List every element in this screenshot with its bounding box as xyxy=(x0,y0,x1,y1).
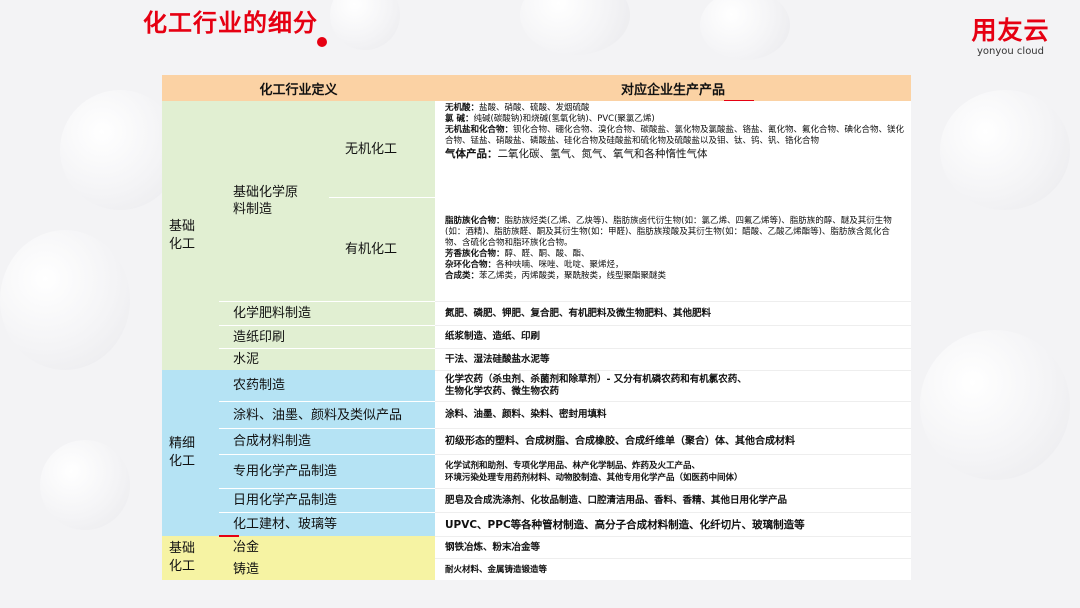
background-bubble xyxy=(330,0,400,50)
logo-subtitle: yonyou cloud xyxy=(976,46,1044,57)
product-line: 合成类：苯乙烯类，丙烯酸类，聚酰胺类，线型聚酯聚醚类 xyxy=(445,271,667,281)
row-label-pesticide: 农药制造 xyxy=(219,370,435,401)
row-label-metallurgy: 冶金 xyxy=(219,536,435,558)
organic-products: 脂肪族化合物：脂肪族烃类(乙烯、乙炔等)、脂肪族卤代衍生物(如：氯乙烯、四氟乙烯… xyxy=(435,197,911,301)
row-label-synthetic: 合成材料制造 xyxy=(219,428,435,454)
background-bubble xyxy=(40,440,130,530)
row-products-fertilizer: 氮肥、磷肥、钾肥、复合肥、有机肥料及微生物肥料、其他肥料 xyxy=(435,301,911,325)
industry-table: 化工行业定义 对应企业生产产品 基础 化工 基础化学原 料制造 无机化工 有机化… xyxy=(162,75,911,580)
background-bubble xyxy=(700,0,790,60)
category-basic-2: 基础 化工 xyxy=(162,536,219,580)
category-basic-2-label: 基础 化工 xyxy=(169,541,196,574)
product-line: 芳香族化合物：醇、醛、酮、酸、酯、 xyxy=(445,249,590,259)
row-products-casting: 耐火材料、金属铸造锻造等 xyxy=(435,558,911,580)
header-definition: 化工行业定义 xyxy=(162,75,435,101)
row-label-building: 化工建材、玻璃等 xyxy=(219,512,435,536)
organic-cell: 有机化工 xyxy=(329,197,435,301)
raw-material-label: 基础化学原 料制造 xyxy=(233,185,299,217)
page-title: 化工行业的细分 xyxy=(143,9,318,37)
product-line: 氯 碱：纯碱(碳酸钠)和烧碱(氢氧化钠)、PVC(聚氯乙烯) xyxy=(445,114,655,124)
fine-section-accent xyxy=(219,535,239,537)
row-label-coatings: 涂料、油墨、颜料及类似产品 xyxy=(219,401,435,428)
background-bubble xyxy=(920,330,1070,480)
row-label-cement: 水泥 xyxy=(219,348,435,370)
title-accent-dot xyxy=(317,37,327,47)
product-line: 无机酸：盐酸、硝酸、硫酸、发烟硫酸 xyxy=(445,103,590,113)
background-bubble xyxy=(0,230,130,370)
category-fine-label: 精细 化工 xyxy=(169,436,196,469)
background-bubble xyxy=(940,90,1070,210)
row-label-casting: 铸造 xyxy=(219,558,435,580)
inorganic-label: 无机化工 xyxy=(345,141,398,157)
category-fine: 精细 化工 xyxy=(162,370,219,536)
row-products-pesticide: 化学农药（杀虫剂、杀菌剂和除草剂）- 又分有机磷农药和有机氯农药、 生物化学农药… xyxy=(435,370,911,401)
logo-text: 用友云 xyxy=(971,16,1050,45)
product-line: 气体产品：二氧化碳、氢气、氮气、氧气和各种惰性气体 xyxy=(445,148,708,160)
header-products: 对应企业生产产品 xyxy=(435,75,911,101)
category-basic-label: 基础 化工 xyxy=(169,218,196,252)
category-basic: 基础 化工 xyxy=(162,101,219,370)
logo: 用友云 yonyou cloud xyxy=(958,16,1063,58)
inorganic-products: 无机酸：盐酸、硝酸、硫酸、发烟硫酸 氯 碱：纯碱(碳酸钠)和烧碱(氢氧化钠)、P… xyxy=(435,101,911,197)
row-products-cement: 干法、湿法硅酸盐水泥等 xyxy=(435,348,911,370)
organic-label: 有机化工 xyxy=(345,242,398,257)
row-products-coatings: 涂料、油墨、颜料、染料、密封用填料 xyxy=(435,401,911,428)
row-products-synthetic: 初级形态的塑料、合成树脂、合成橡胶、合成纤维单（聚合）体、其他合成材料 xyxy=(435,428,911,454)
product-line: 无机盐和化合物：钡化合物、硼化合物、溴化合物、碳酸盐、氯化物及氯酸盐、铬盐、氰化… xyxy=(445,125,905,146)
row-products-daily: 肥皂及合成洗涤剂、化妆品制造、口腔清洁用品、香料、香精、其他日用化学产品 xyxy=(435,488,911,512)
inorganic-cell: 无机化工 xyxy=(329,101,435,197)
row-label-daily: 日用化学产品制造 xyxy=(219,488,435,512)
raw-material-cell: 基础化学原 料制造 xyxy=(219,101,329,301)
row-products-building: UPVC、PPC等各种管材制造、高分子合成材料制造、化纤切片、玻璃制造等 xyxy=(435,512,911,536)
product-line: 脂肪族化合物：脂肪族烃类(乙烯、乙炔等)、脂肪族卤代衍生物(如：氯乙烯、四氟乙烯… xyxy=(445,216,892,248)
product-line: 杂环化合物：各种呋喃、咪唑、吡啶、聚烯烃， xyxy=(445,260,624,270)
row-products-paper: 纸浆制造、造纸、印刷 xyxy=(435,325,911,348)
row-products-special: 化学试剂和助剂、专项化学用品、林产化学制品、炸药及火工产品、 环境污染处理专用药… xyxy=(435,454,911,488)
row-products-metallurgy: 钢铁冶炼、粉末冶金等 xyxy=(435,536,911,558)
row-label-special: 专用化学产品制造 xyxy=(219,454,435,488)
row-label-paper: 造纸印刷 xyxy=(219,325,435,348)
row-label-fertilizer: 化学肥料制造 xyxy=(219,301,435,325)
background-bubble xyxy=(520,0,630,55)
